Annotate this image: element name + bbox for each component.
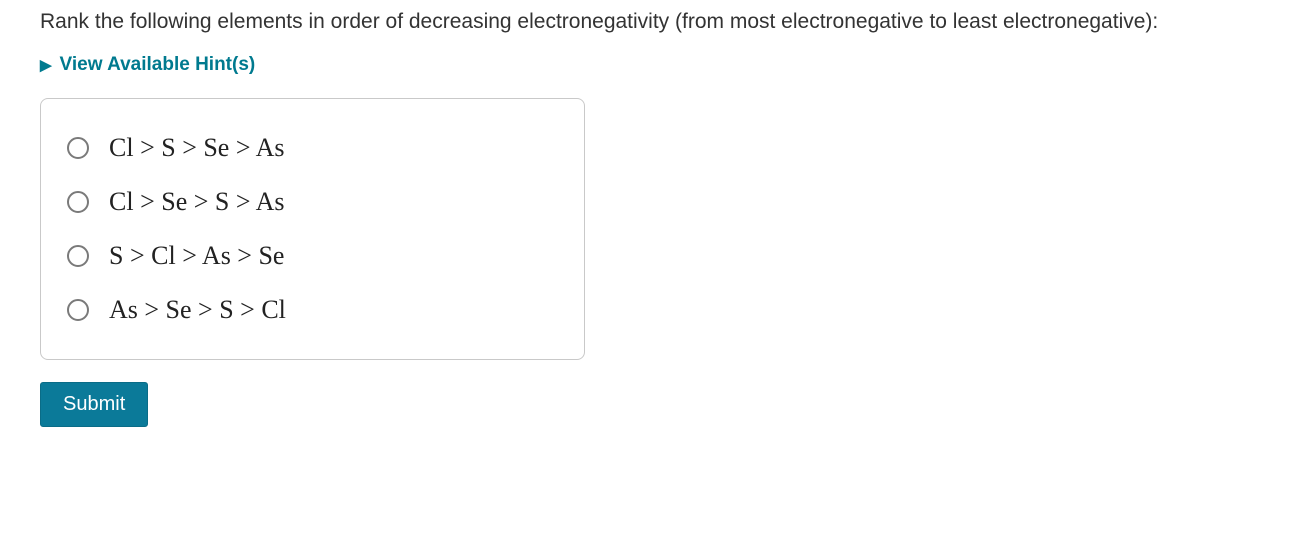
option-row[interactable]: S > Cl > As > Se (67, 229, 558, 283)
options-group: Cl > S > Se > As Cl > Se > S > As S > Cl… (40, 98, 585, 360)
view-hints-label: View Available Hint(s) (60, 54, 256, 76)
option-row[interactable]: As > Se > S > Cl (67, 283, 558, 337)
radio-icon (67, 137, 89, 159)
option-row[interactable]: Cl > S > Se > As (67, 121, 558, 175)
radio-icon (67, 191, 89, 213)
option-label: As > Se > S > Cl (109, 295, 286, 325)
option-label: Cl > S > Se > As (109, 133, 284, 163)
option-row[interactable]: Cl > Se > S > As (67, 175, 558, 229)
chevron-right-icon: ▶ (40, 58, 52, 73)
question-container: Rank the following elements in order of … (0, 0, 1308, 447)
option-label: Cl > Se > S > As (109, 187, 284, 217)
view-hints-toggle[interactable]: ▶ View Available Hint(s) (40, 54, 1268, 76)
radio-icon (67, 245, 89, 267)
option-label: S > Cl > As > Se (109, 241, 284, 271)
radio-icon (67, 299, 89, 321)
submit-button[interactable]: Submit (40, 382, 148, 427)
question-text: Rank the following elements in order of … (40, 8, 1268, 36)
